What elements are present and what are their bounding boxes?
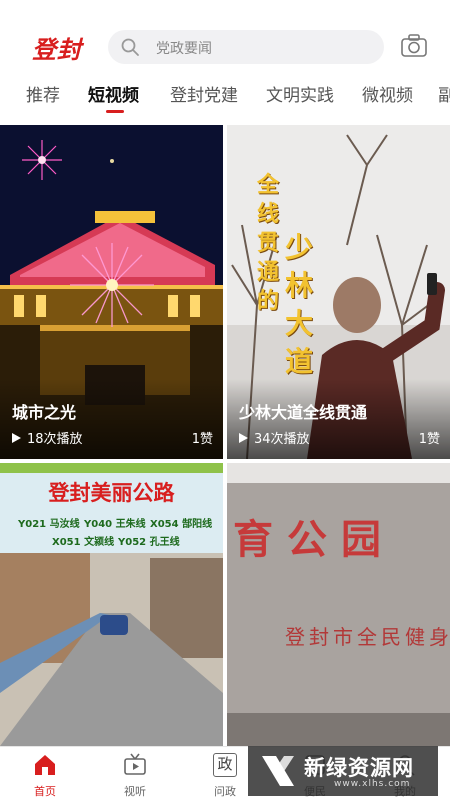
tab-civilization[interactable]: 文明实践: [266, 81, 334, 106]
play-count: 18次播放: [12, 428, 83, 447]
category-tabs: 推荐 短视频 登封党建 文明实践 微视频 副: [0, 70, 450, 120]
route-label: Y052 孔王线: [118, 537, 180, 548]
route-label: X054 郜阳线: [150, 519, 213, 530]
banner-title: 登封美丽公路: [48, 481, 175, 505]
video-title: 少林大道全线贯通: [239, 403, 368, 422]
wall-text: 育公园: [233, 516, 395, 563]
overlay-caption-left: 全线贯通的: [257, 172, 280, 314]
tab-recommend[interactable]: 推荐: [26, 81, 60, 106]
nav-audiovisual[interactable]: 视听: [90, 747, 180, 800]
video-thumbnail: [227, 463, 450, 746]
watermark: 新绿资源网 www.xlhs.com: [248, 746, 438, 796]
tab-short-video[interactable]: 短视频: [88, 81, 139, 106]
like-count: 1赞: [418, 432, 440, 447]
route-label: X051 文颍线: [52, 537, 115, 548]
play-icon: [12, 433, 21, 443]
overlay-caption-right: 少林大道: [285, 231, 314, 378]
search-bar[interactable]: 党政要闻: [108, 30, 384, 64]
play-icon: [239, 433, 248, 443]
watermark-logo-icon: [262, 756, 294, 786]
like-count: 1赞: [191, 432, 213, 447]
tab-micro-video[interactable]: 微视频: [362, 81, 413, 106]
camera-icon[interactable]: [400, 33, 428, 59]
search-placeholder: 党政要闻: [156, 41, 212, 57]
wall-subtext: 登封市全民健身: [285, 625, 450, 649]
tv-icon: [124, 753, 146, 775]
home-icon: [35, 755, 55, 775]
nav-label: 视听: [124, 785, 146, 798]
watermark-text: 新绿资源网: [304, 756, 414, 780]
route-label: Y021 马汝线: [18, 519, 80, 530]
video-title: 城市之光: [12, 403, 77, 422]
nav-home[interactable]: 首页: [0, 747, 90, 800]
video-card[interactable]: 育公园 登封市全民健身: [227, 463, 450, 746]
video-card[interactable]: 全线贯通的 少林大道 少林大道全线贯通 34次播放 1赞: [227, 125, 450, 459]
app-logo[interactable]: 登封: [32, 30, 82, 65]
app-header: 登封 党政要闻: [0, 0, 450, 70]
watermark-url: www.xlhs.com: [334, 779, 411, 789]
play-count: 34次播放: [239, 428, 310, 447]
politics-icon: 政: [213, 753, 237, 777]
tab-dengfeng-party[interactable]: 登封党建: [170, 81, 238, 106]
video-card[interactable]: 城市之光 18次播放 1赞: [0, 125, 223, 459]
tab-more[interactable]: 副: [438, 81, 450, 106]
nav-label: 首页: [34, 785, 56, 798]
search-icon: [121, 38, 139, 56]
video-card[interactable]: 登封美丽公路 Y021 马汝线 Y040 王朱线 X054 郜阳线 X051 文…: [0, 463, 223, 746]
active-tab-indicator: [106, 110, 124, 113]
route-label: Y040 王朱线: [84, 519, 146, 530]
